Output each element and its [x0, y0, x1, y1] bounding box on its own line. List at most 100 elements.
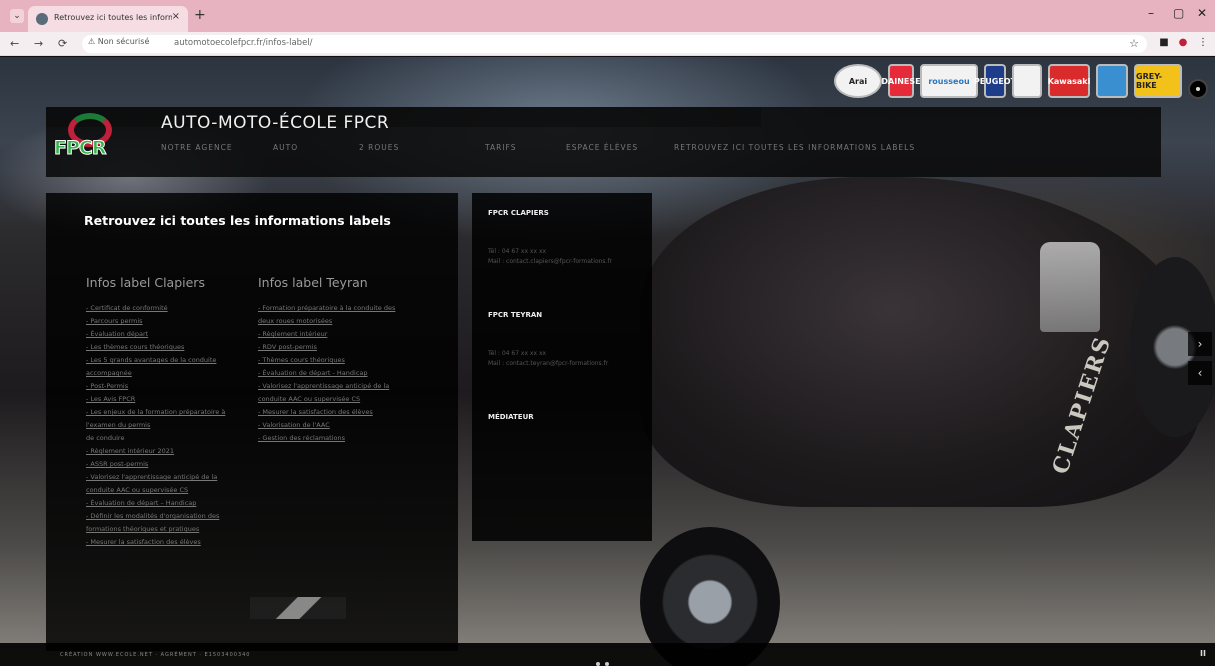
nav-item-espace-eleves[interactable]: ESPACE ÉLÈVES [566, 143, 638, 152]
label-link[interactable]: - Thèmes cours théoriques [258, 356, 345, 364]
maximize-icon[interactable]: ▢ [1173, 6, 1184, 20]
bookmark-star-icon[interactable]: ☆ [1129, 37, 1139, 50]
slider-prev-button[interactable]: ‹ [1188, 361, 1212, 385]
nav-item-agence[interactable]: NOTRE AGENCE [161, 143, 233, 152]
contact-line[interactable]: Mail : contact.clapiers@fpcr-formations.… [488, 257, 612, 267]
list-item[interactable]: - Évaluation de départ – Handicap [86, 497, 225, 510]
list-item[interactable]: - Les thèmes cours théoriques [86, 341, 225, 354]
label-link[interactable]: - Formation préparatoire à la conduite d… [258, 304, 395, 312]
sponsor-logo[interactable]: Arai [834, 64, 882, 98]
sponsor-logo[interactable]: DAINESE [881, 64, 921, 98]
nav-item-auto[interactable]: AUTO [273, 143, 298, 152]
label-link[interactable]: - Valorisation de l'AAC [258, 421, 330, 429]
label-link[interactable]: - Évaluation départ [86, 330, 148, 338]
label-link[interactable]: - Évaluation de départ - Handicap [258, 369, 368, 377]
label-link[interactable]: - Définir les modalités d'organisation d… [86, 512, 219, 520]
list-item[interactable]: - ASSR post-permis [86, 458, 225, 471]
slider-dot[interactable] [596, 662, 600, 666]
label-link[interactable]: formations théoriques et pratiques [86, 525, 199, 533]
label-link[interactable]: - Valorisez l'apprentissage anticipé de … [258, 382, 389, 390]
label-link[interactable]: deux roues motorisées [258, 317, 332, 325]
list-item[interactable]: deux roues motorisées [258, 315, 395, 328]
contact-line[interactable]: Mail : contact.teyran@fpcr-formations.fr [488, 359, 608, 369]
list-item[interactable]: - Évaluation de départ - Handicap [258, 367, 395, 380]
sponsor-logo[interactable]: GREY-BIKE [1134, 64, 1182, 98]
close-window-icon[interactable]: ✕ [1197, 6, 1207, 20]
security-warning[interactable]: ⚠ Non sécurisé [88, 37, 149, 46]
label-link[interactable]: - Certificat de conformité [86, 304, 168, 312]
list-item[interactable]: - Règlement intérieur 2021 [86, 445, 225, 458]
sponsor-logo[interactable]: PEUGEOT [974, 64, 1016, 98]
reload-icon[interactable]: ⟳ [58, 37, 67, 50]
list-item[interactable]: - Règlement intérieur [258, 328, 395, 341]
list-item[interactable]: - Mesurer la satisfaction des élèves [258, 406, 395, 419]
list-item[interactable]: - Valorisez l'apprentissage anticipé de … [258, 380, 395, 393]
footer-credit[interactable]: CRÉATION WWW.ECOLE.NET · AGRÉMENT · E150… [60, 652, 251, 658]
contact-line [488, 339, 608, 349]
label-link[interactable]: - Les thèmes cours théoriques [86, 343, 184, 351]
nav-item-labels[interactable]: RETROUVEZ ICI TOUTES LES INFORMATIONS LA… [674, 143, 915, 152]
label-link[interactable]: conduite AAC ou supervisée CS [258, 395, 360, 403]
site-logo[interactable]: FPCR [53, 113, 138, 173]
list-item[interactable]: formations théoriques et pratiques [86, 523, 225, 536]
nav-item-tarifs[interactable]: TARIFS [485, 143, 517, 152]
list-item[interactable]: conduite AAC ou supervisée CS [258, 393, 395, 406]
url-field[interactable]: ⚠ Non sécurisé automotoecolefpcr.fr/info… [82, 35, 1147, 53]
site-title[interactable]: AUTO-MOTO-ÉCOLE FPCR [161, 113, 389, 133]
list-item[interactable]: - Les Avis FPCR [86, 393, 225, 406]
sponsor-logo[interactable]: rousseou [920, 64, 978, 98]
label-link[interactable]: accompagnée [86, 369, 132, 377]
forward-icon[interactable]: → [34, 37, 43, 50]
new-tab-button[interactable]: + [194, 7, 206, 23]
tab-close-icon[interactable]: × [172, 11, 180, 22]
list-item[interactable]: - Valorisation de l'AAC [258, 419, 395, 432]
label-link[interactable]: - Mesurer la satisfaction des élèves [258, 408, 373, 416]
label-link[interactable]: - ASSR post-permis [86, 460, 148, 468]
list-item[interactable]: - Gestion des réclamations [258, 432, 395, 445]
list-item[interactable]: - Formation préparatoire à la conduite d… [258, 302, 395, 315]
slider-pause-button[interactable]: II [1200, 649, 1206, 658]
browser-tab[interactable]: Retrouvez ici toutes les inform × [28, 6, 188, 32]
tab-search-icon[interactable]: ⌄ [10, 9, 24, 23]
extension-icon[interactable]: ■ [1158, 37, 1170, 49]
label-link[interactable]: l'examen du permis [86, 421, 150, 429]
label-link[interactable]: conduite AAC ou supervisée CS [86, 486, 188, 494]
label-link[interactable]: - Évaluation de départ – Handicap [86, 499, 196, 507]
label-link[interactable]: - Parcours permis [86, 317, 143, 325]
label-link[interactable]: - Gestion des réclamations [258, 434, 345, 442]
list-item[interactable]: accompagnée [86, 367, 225, 380]
label-link[interactable]: - Les enjeux de la formation préparatoir… [86, 408, 225, 416]
label-link[interactable]: - Valorisez l'apprentissage anticipé de … [86, 473, 217, 481]
list-item[interactable]: - Post-Permis [86, 380, 225, 393]
list-item[interactable]: - Évaluation départ [86, 328, 225, 341]
nav-item-2roues[interactable]: 2 ROUES [359, 143, 399, 152]
list-item[interactable]: conduite AAC ou supervisée CS [86, 484, 225, 497]
back-icon[interactable]: ← [10, 37, 19, 50]
list-item[interactable]: - Parcours permis [86, 315, 225, 328]
label-link[interactable]: - Les 5 grands avantages de la conduite [86, 356, 216, 364]
slider-next-button[interactable]: › [1188, 332, 1212, 356]
label-link[interactable]: - Mesurer la satisfaction des élèves [86, 538, 201, 546]
list-item[interactable]: - Valorisez l'apprentissage anticipé de … [86, 471, 225, 484]
sponsor-logo[interactable] [1096, 64, 1128, 98]
slider-dot[interactable] [605, 662, 609, 666]
minimize-icon[interactable]: – [1148, 6, 1154, 20]
profile-avatar-icon[interactable]: ● [1177, 37, 1189, 49]
list-item[interactable]: - Les 5 grands avantages de la conduite [86, 354, 225, 367]
label-link[interactable]: - RDV post-permis [258, 343, 317, 351]
list-item[interactable]: - Les enjeux de la formation préparatoir… [86, 406, 225, 419]
list-item[interactable]: - Définir les modalités d'organisation d… [86, 510, 225, 523]
list-item[interactable]: - Mesurer la satisfaction des élèves [86, 536, 225, 549]
list-item[interactable]: - RDV post-permis [258, 341, 395, 354]
label-link[interactable]: - Post-Permis [86, 382, 128, 390]
browser-menu-icon[interactable]: ⋮ [1197, 37, 1209, 49]
list-item[interactable]: - Thèmes cours théoriques [258, 354, 395, 367]
list-item[interactable]: l'examen du permis [86, 419, 225, 432]
label-link[interactable]: - Règlement intérieur 2021 [86, 447, 174, 455]
list-item[interactable]: - Certificat de conformité [86, 302, 225, 315]
label-link[interactable]: - Les Avis FPCR [86, 395, 135, 403]
label-link[interactable]: - Règlement intérieur [258, 330, 327, 338]
scroll-top-button[interactable] [1188, 79, 1208, 99]
sponsor-logo[interactable]: Kawasaki [1048, 64, 1090, 98]
sponsor-logo[interactable] [1012, 64, 1042, 98]
